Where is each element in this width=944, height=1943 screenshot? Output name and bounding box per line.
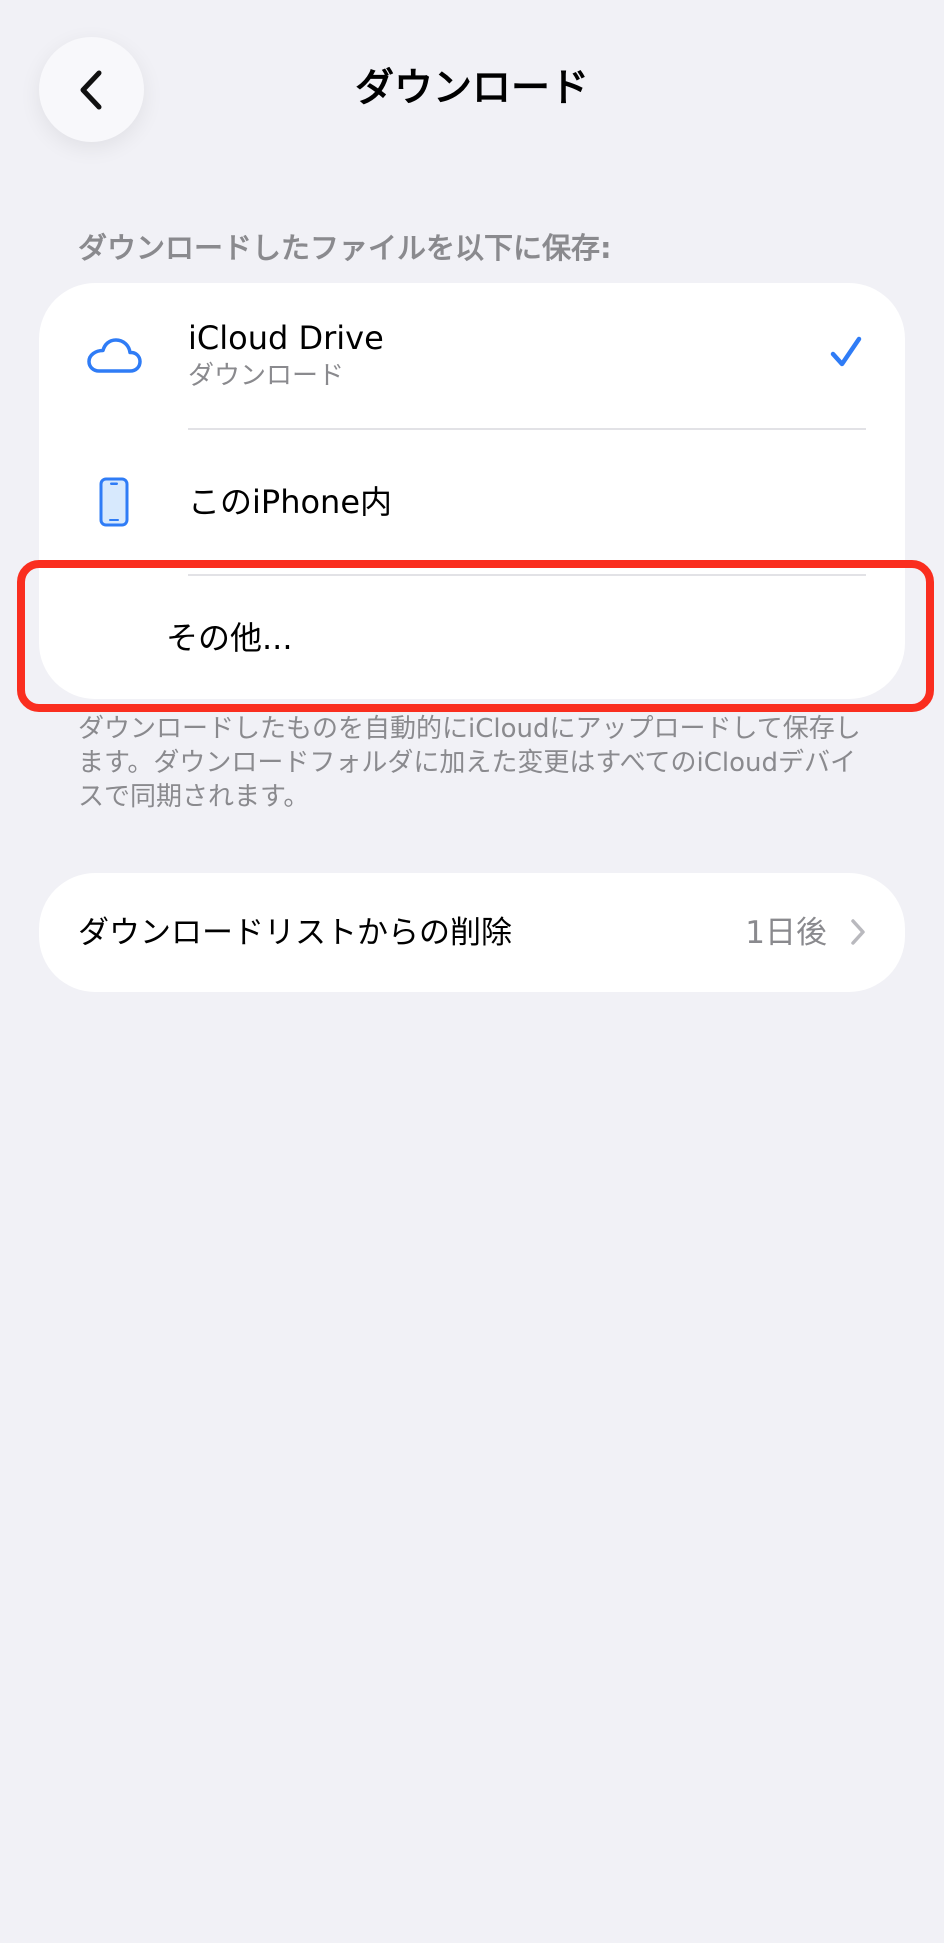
save-location-list: iCloud Drive ダウンロード このiPhone内 その他... bbox=[39, 283, 905, 699]
option-other[interactable]: その他... bbox=[39, 576, 905, 699]
option-title: iCloud Drive bbox=[188, 319, 384, 357]
option-this-iphone[interactable]: このiPhone内 bbox=[39, 430, 905, 574]
cloud-icon bbox=[83, 323, 145, 387]
page-title: ダウンロード bbox=[354, 66, 589, 111]
chevron-right-icon bbox=[849, 917, 867, 951]
remove-row-label: ダウンロードリストからの削除 bbox=[78, 915, 512, 951]
option-title: このiPhone内 bbox=[188, 483, 393, 521]
save-location-section-header: ダウンロードしたファイルを以下に保存: bbox=[78, 231, 612, 265]
option-subtitle: ダウンロード bbox=[188, 361, 345, 391]
checkmark-icon bbox=[829, 335, 863, 373]
option-title: その他... bbox=[166, 619, 293, 657]
option-icloud-drive[interactable]: iCloud Drive ダウンロード bbox=[39, 283, 905, 428]
iphone-icon bbox=[83, 475, 145, 529]
remove-row-value: 1日後 bbox=[745, 915, 827, 951]
remove-download-list-items-row[interactable]: ダウンロードリストからの削除 1日後 bbox=[39, 873, 905, 992]
save-location-footer-note: ダウンロードしたものを自動的にiCloudにアップロードして保存します。ダウンロ… bbox=[78, 714, 861, 812]
